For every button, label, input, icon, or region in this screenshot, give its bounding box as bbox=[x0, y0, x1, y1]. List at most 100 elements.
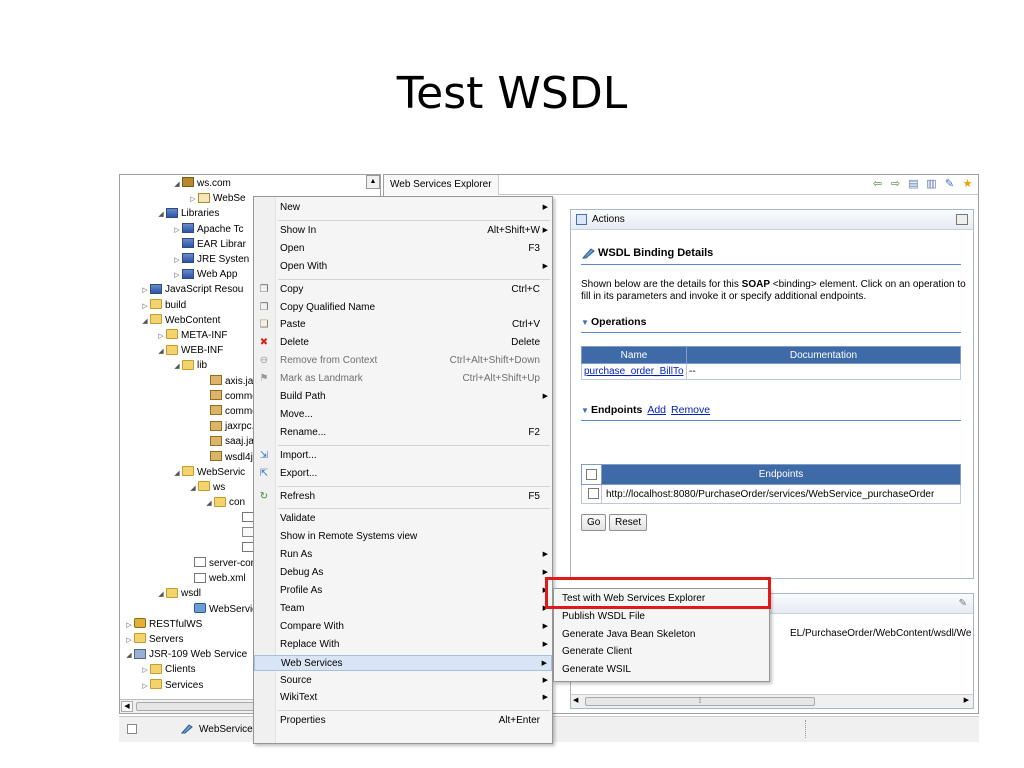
menu-item-open-with[interactable]: Open With ▶ bbox=[254, 259, 552, 275]
expand-toggle-icon[interactable]: ◢ bbox=[140, 314, 150, 329]
tree-item[interactable]: jaxrpc.j bbox=[200, 419, 257, 434]
expand-toggle-icon[interactable]: ▷ bbox=[188, 192, 198, 207]
expand-toggle-icon[interactable]: ▷ bbox=[140, 663, 150, 678]
tree-item[interactable]: WebServic bbox=[184, 602, 257, 617]
tree-item[interactable]: saaj.jar bbox=[200, 434, 257, 449]
menu-item-team[interactable]: Team ▶ bbox=[254, 601, 552, 617]
scroll-thumb[interactable]: ⁞ bbox=[585, 697, 815, 706]
tree-item[interactable]: ◢ WebContent bbox=[140, 313, 220, 328]
status-horizontal-scrollbar[interactable]: ◀ ⁞ ▶ bbox=[571, 694, 973, 708]
page-icon[interactable]: ▤ bbox=[907, 178, 920, 191]
tree-item[interactable]: ◢ ws.com bbox=[172, 176, 231, 191]
tree-item[interactable]: ▷ Web App bbox=[172, 267, 237, 282]
operation-link[interactable]: purchase_order_BillTo bbox=[584, 366, 684, 377]
menu-item-build-path[interactable]: Build Path ▶ bbox=[254, 389, 552, 405]
tree-item[interactable]: ▷ Clients bbox=[140, 662, 196, 677]
menu-item-properties[interactable]: Properties Alt+Enter bbox=[254, 713, 552, 729]
select-all-checkbox[interactable] bbox=[586, 468, 597, 480]
menu-item-delete[interactable]: ✖ Delete Delete bbox=[254, 335, 552, 351]
menu-item-validate[interactable]: Validate bbox=[254, 511, 552, 527]
fast-view-icon[interactable] bbox=[127, 724, 137, 734]
tree-item[interactable]: EAR Librar bbox=[172, 237, 246, 252]
tree-item[interactable]: ◢ ws bbox=[188, 480, 225, 495]
tree-item[interactable]: ▷ RESTfulWS bbox=[124, 617, 202, 632]
expand-toggle-icon[interactable]: ▷ bbox=[124, 618, 134, 633]
expand-toggle-icon[interactable]: ▷ bbox=[172, 223, 182, 238]
menu-item-compare-with[interactable]: Compare With ▶ bbox=[254, 619, 552, 635]
expand-toggle-icon[interactable]: ▷ bbox=[124, 633, 134, 648]
tree-item[interactable]: web.xml bbox=[184, 571, 246, 586]
tree-item[interactable]: ▷ Services bbox=[140, 678, 203, 693]
wsdl-page-icon[interactable]: ▥ bbox=[925, 178, 938, 191]
tree-item[interactable]: ◢ WebServic bbox=[172, 465, 245, 480]
reset-button[interactable]: Reset bbox=[609, 514, 648, 531]
scroll-left-icon[interactable]: ◀ bbox=[121, 701, 133, 712]
scroll-right-icon[interactable]: ▶ bbox=[964, 696, 969, 704]
tree-item[interactable]: ◢ JSR-109 Web Service bbox=[124, 647, 247, 662]
remove-endpoint-link[interactable]: Remove bbox=[671, 404, 710, 416]
expand-toggle-icon[interactable]: ▷ bbox=[140, 283, 150, 298]
expand-toggle-icon[interactable]: ▷ bbox=[156, 329, 166, 344]
expand-toggle-icon[interactable]: ◢ bbox=[172, 177, 182, 192]
tree-item[interactable]: axis.jar bbox=[200, 374, 257, 389]
tree-item[interactable]: ▷ Apache Tc bbox=[172, 222, 244, 237]
menu-item-open[interactable]: Open F3 bbox=[254, 241, 552, 257]
expand-toggle-icon[interactable]: ◢ bbox=[172, 466, 182, 481]
menu-item-import[interactable]: ⇲ Import... bbox=[254, 448, 552, 464]
tree-item[interactable]: server-con bbox=[184, 556, 256, 571]
go-button[interactable]: Go bbox=[581, 514, 607, 531]
submenu-item-generate-java-bean-skeleton[interactable]: Generate Java Bean Skeleton bbox=[562, 627, 695, 643]
menu-item-export[interactable]: ⇱ Export... bbox=[254, 466, 552, 482]
tree-item[interactable]: ▷ JRE Systen bbox=[172, 252, 249, 267]
tree-item[interactable]: ◢ Libraries bbox=[156, 206, 219, 221]
expand-toggle-icon[interactable]: ◢ bbox=[124, 648, 134, 663]
tab-web-services-explorer[interactable]: Web Services Explorer bbox=[384, 175, 499, 195]
tree-item[interactable]: commo bbox=[200, 389, 258, 404]
clear-status-icon[interactable]: ✎ bbox=[959, 598, 967, 609]
add-endpoint-link[interactable]: Add bbox=[647, 404, 666, 416]
tree-item[interactable]: ◢ con bbox=[204, 495, 245, 510]
menu-item-web-services[interactable]: Web Services ▶ bbox=[254, 654, 552, 671]
menu-item-wikitext[interactable]: WikiText ▶ bbox=[254, 690, 552, 706]
tree-item[interactable]: ◢ lib bbox=[172, 358, 207, 373]
expand-toggle-icon[interactable]: ◢ bbox=[156, 587, 166, 602]
menu-item-remove-from-context[interactable]: ⊖ Remove from Context Ctrl+Alt+Shift+Down bbox=[254, 353, 552, 369]
tree-item[interactable]: wsdl4j. bbox=[200, 450, 256, 465]
expand-toggle-icon[interactable]: ◢ bbox=[156, 344, 166, 359]
menu-item-move[interactable]: Move... bbox=[254, 407, 552, 423]
collapse-icon[interactable]: ▼ bbox=[581, 318, 591, 327]
expand-toggle-icon[interactable]: ◢ bbox=[204, 496, 214, 511]
submenu-item-generate-client[interactable]: Generate Client bbox=[562, 644, 632, 660]
forward-icon[interactable]: ⇨ bbox=[889, 178, 902, 191]
favorites-icon[interactable]: ★ bbox=[961, 178, 974, 191]
tree-item[interactable]: ▷ WebSe bbox=[188, 191, 246, 206]
endpoint-checkbox[interactable] bbox=[588, 488, 599, 500]
scroll-left-icon[interactable]: ◀ bbox=[573, 696, 578, 704]
menu-item-show-in[interactable]: Show In Alt+Shift+W ▶ bbox=[254, 223, 552, 239]
tree-scroll-up-button[interactable]: ▲ bbox=[366, 175, 380, 189]
menu-item-copy[interactable]: ❐ Copy Ctrl+C bbox=[254, 282, 552, 298]
menu-item-paste[interactable]: ❑ Paste Ctrl+V bbox=[254, 317, 552, 333]
uddi-icon[interactable]: ✎ bbox=[943, 178, 956, 191]
expand-toggle-icon[interactable]: ▷ bbox=[172, 253, 182, 268]
back-icon[interactable]: ⇦ bbox=[871, 178, 884, 191]
menu-item-show-in-remote-systems-view[interactable]: Show in Remote Systems view bbox=[254, 529, 552, 545]
menu-item-rename[interactable]: Rename... F2 bbox=[254, 425, 552, 441]
submenu-item-generate-wsil[interactable]: Generate WSIL bbox=[562, 662, 631, 678]
menu-item-copy-qualified-name[interactable]: ❐ Copy Qualified Name bbox=[254, 300, 552, 316]
tree-item[interactable]: ◢ WEB-INF bbox=[156, 343, 223, 358]
collapse-icon[interactable]: ▼ bbox=[581, 406, 591, 415]
operations-section[interactable]: ▼ Operations bbox=[581, 316, 646, 328]
actions-maximize-icon[interactable] bbox=[576, 214, 587, 225]
menu-item-refresh[interactable]: ↻ Refresh F5 bbox=[254, 489, 552, 505]
expand-toggle-icon[interactable]: ▷ bbox=[140, 299, 150, 314]
expand-toggle-icon[interactable]: ◢ bbox=[156, 207, 166, 222]
tree-item[interactable]: ▷ Servers bbox=[124, 632, 183, 647]
expand-toggle-icon[interactable]: ▷ bbox=[172, 268, 182, 283]
tree-item[interactable]: ◢ wsdl bbox=[156, 586, 201, 601]
menu-item-run-as[interactable]: Run As ▶ bbox=[254, 547, 552, 563]
tree-item[interactable]: ▷ build bbox=[140, 298, 186, 313]
menu-item-debug-as[interactable]: Debug As ▶ bbox=[254, 565, 552, 581]
menu-item-new[interactable]: New ▶ bbox=[254, 200, 552, 216]
expand-toggle-icon[interactable]: ▷ bbox=[140, 679, 150, 694]
